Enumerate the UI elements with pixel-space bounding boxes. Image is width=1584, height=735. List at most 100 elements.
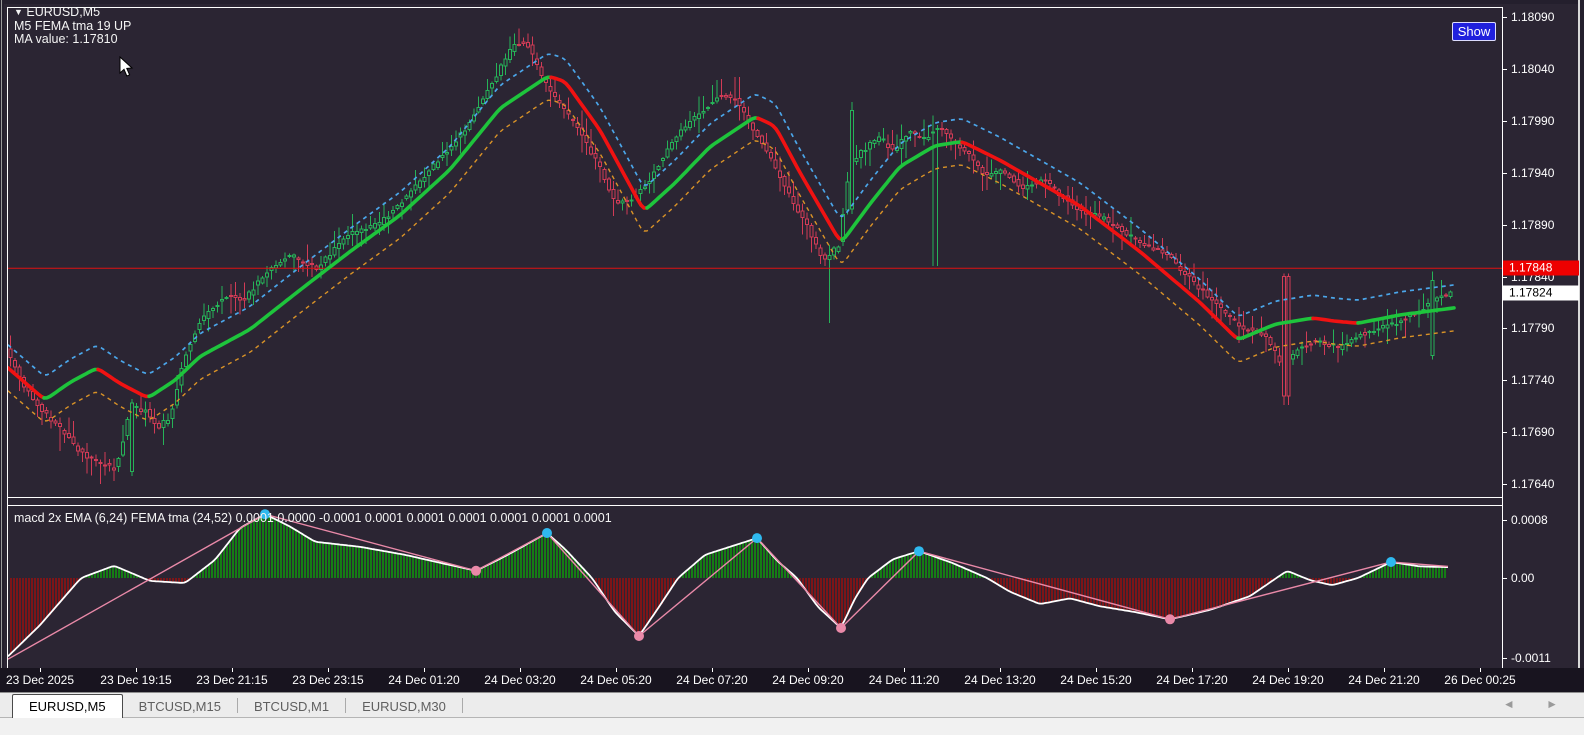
macd-bar-negative (25, 578, 27, 640)
macd-bar-positive (256, 519, 258, 578)
candle-bull (1390, 322, 1394, 325)
candle-bull (485, 89, 490, 100)
time-tick-mark (1288, 668, 1289, 672)
candle-bear (1012, 175, 1016, 183)
macd-bar-negative (1243, 578, 1245, 599)
macd-bar-positive (1414, 565, 1416, 578)
macd-bar-positive (352, 545, 354, 578)
candle-bull (166, 420, 170, 425)
macd-bar-negative (811, 578, 813, 598)
macd-bar-negative (1171, 578, 1173, 620)
ask-price-label: 1.17848 (1503, 260, 1579, 276)
candle-bull (904, 136, 908, 142)
show-button[interactable]: Show (1452, 22, 1496, 41)
price-tick-label: 1.18040 (1511, 62, 1555, 76)
candle-bear (1142, 243, 1147, 247)
chart-tab-btcusd-m15[interactable]: BTCUSD,M15 (123, 695, 237, 718)
time-tick-mark (616, 668, 617, 672)
candle-bull (395, 205, 400, 209)
tab-scroll-left-icon[interactable]: ◄ (1503, 697, 1529, 711)
chart-tab-btcusd-m1[interactable]: BTCUSD,M1 (238, 695, 345, 718)
candle-bear (1232, 318, 1237, 321)
symbol-dropdown-icon[interactable]: ▼ (14, 7, 23, 17)
macd-bar-positive (1378, 568, 1380, 578)
macd-bar-positive (379, 550, 381, 578)
tabs-container: EURUSD,M5 BTCUSD,M15 BTCUSD,M1 EURUSD,M30 (12, 693, 463, 718)
candle-bear (1120, 226, 1124, 233)
macd-bar-positive (946, 560, 948, 578)
macd-bar-negative (1063, 578, 1065, 600)
price-tick-mark (1502, 277, 1507, 278)
macd-trough-dot-down (471, 565, 481, 576)
candle-bull (283, 258, 287, 262)
candle-bear (296, 257, 301, 260)
candle-bull (859, 149, 863, 159)
macd-bar-negative (43, 578, 45, 622)
macd-bar-positive (526, 544, 528, 578)
macd-bar-positive (232, 538, 234, 578)
macd-bar-negative (46, 578, 48, 619)
candle-bear (521, 41, 526, 44)
candle-bear (944, 129, 949, 135)
macd-bar-negative (601, 578, 603, 592)
macd-bar-negative (16, 578, 18, 649)
candle-bear (607, 178, 611, 191)
candle-bear (1444, 294, 1448, 297)
macd-bar-positive (385, 551, 387, 578)
candle-bull (1430, 280, 1435, 356)
candle-bear (157, 423, 161, 429)
macd-bar-negative (808, 578, 810, 594)
candle-bull (202, 315, 206, 321)
candle-bull (994, 171, 998, 174)
macd-peak-dot-up (914, 546, 924, 557)
macd-bar-negative (1213, 578, 1215, 609)
macd-bar-positive (262, 515, 264, 578)
macd-bar-negative (1126, 578, 1128, 611)
candle-bear (980, 166, 985, 175)
macd-bar-negative (1165, 578, 1167, 619)
candle-bear (1043, 179, 1048, 182)
candle-bear (94, 458, 98, 461)
candle-bull (989, 173, 994, 177)
macd-bar-positive (910, 553, 912, 578)
macd-bar-positive (1417, 566, 1419, 578)
macd-bar-positive (961, 566, 963, 578)
macd-bar-positive (223, 549, 225, 578)
price-tick-label: 1.17990 (1511, 114, 1555, 128)
macd-bar-negative (1120, 578, 1122, 610)
time-tick-label: 23 Dec 21:15 (196, 673, 268, 687)
macd-bar-negative (1042, 578, 1044, 604)
macd-bar-positive (325, 542, 327, 578)
tab-scroll-right-icon[interactable]: ► (1546, 697, 1572, 711)
chart-tab-eurusd-m30[interactable]: EURUSD,M30 (346, 695, 462, 718)
time-tick-label: 24 Dec 15:20 (1060, 673, 1132, 687)
candle-bull (490, 83, 494, 89)
candle-bull (1448, 291, 1453, 298)
candle-bear (1151, 247, 1156, 251)
macd-bar-positive (1408, 564, 1410, 578)
main-panel-border-bottom (7, 497, 1503, 498)
candle-bull (908, 131, 913, 134)
candle-bull (1367, 331, 1372, 333)
candle-bull (427, 170, 431, 176)
macd-bar-negative (1225, 578, 1227, 605)
candle-bear (1237, 322, 1241, 327)
macd-bar-positive (508, 554, 510, 578)
candle-bull (359, 228, 364, 233)
macd-bar-positive (955, 564, 957, 578)
macd-bar-positive (739, 543, 741, 578)
candle-bear (98, 462, 103, 465)
candle-bull (161, 420, 166, 428)
time-scale: 23 Dec 2025 23 Dec 19:15 23 Dec 21:15 23 De… (0, 668, 1584, 692)
candle-bull (1291, 353, 1295, 360)
macd-bar-positive (397, 553, 399, 578)
candle-bull (409, 190, 413, 198)
macd-bar-negative (655, 578, 657, 613)
candle-bull (256, 280, 260, 286)
candle-bull (143, 409, 148, 413)
chart-tab-eurusd-m5[interactable]: EURUSD,M5 (12, 694, 123, 718)
main-price-chart[interactable] (8, 8, 1502, 497)
candle-bear (1336, 346, 1340, 349)
macd-indicator-chart[interactable] (8, 506, 1502, 668)
macd-bar-positive (490, 563, 492, 579)
